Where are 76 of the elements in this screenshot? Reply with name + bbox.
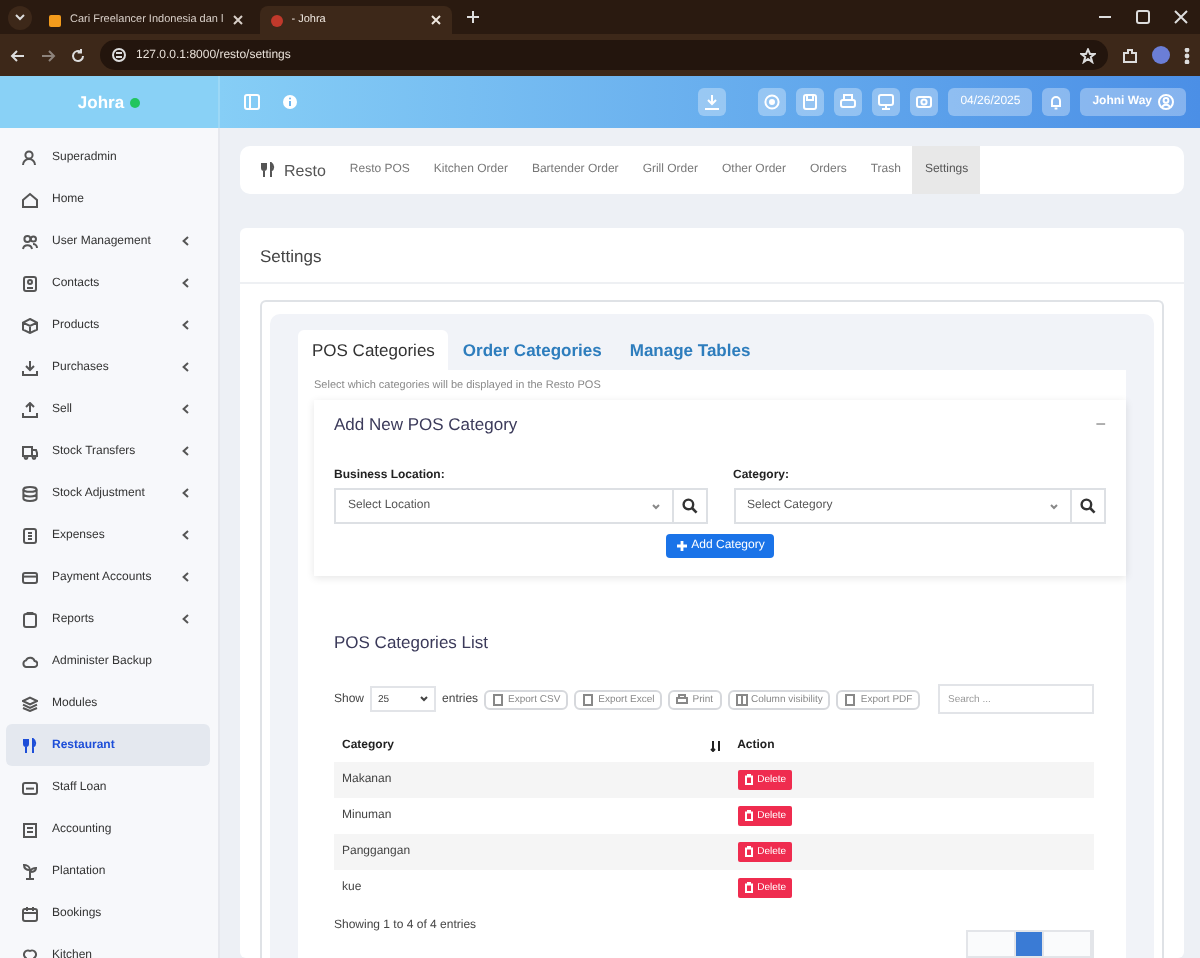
close-icon: [429, 14, 442, 26]
collapse-button[interactable]: −: [1095, 414, 1106, 434]
pagination[interactable]: [966, 930, 1094, 958]
save-button[interactable]: [796, 88, 825, 116]
brand-name: Johra: [77, 92, 125, 112]
contact-card-icon: [22, 275, 38, 291]
columns-icon: [735, 693, 748, 705]
file-icon: [582, 693, 595, 705]
database-icon: [22, 485, 38, 501]
sort-icon: [709, 740, 722, 752]
credit-card-icon: [22, 569, 38, 585]
notifications-button[interactable]: [1042, 88, 1071, 116]
save-icon: [802, 94, 819, 110]
section-title: POS Categories List: [334, 632, 491, 652]
sidebar-toggle-button[interactable]: [244, 94, 260, 110]
person-icon: [22, 149, 38, 165]
download-button[interactable]: [698, 88, 727, 116]
people-icon: [22, 233, 38, 249]
trash-icon: [743, 882, 754, 894]
receipt-icon: [22, 527, 38, 543]
file-icon: [492, 693, 505, 705]
file-icon: [844, 693, 857, 705]
trash-icon: [743, 774, 754, 786]
printer-button[interactable]: [834, 88, 863, 116]
plant-icon: [22, 863, 38, 879]
wallet-icon: [22, 779, 38, 795]
info-button[interactable]: [282, 94, 298, 110]
tab-list-button[interactable]: [8, 5, 32, 29]
maximize-icon: [1136, 10, 1150, 24]
upload-icon: [22, 401, 38, 417]
monitor-icon: [878, 94, 895, 110]
printer-icon: [840, 94, 857, 110]
extensions-icon: [1122, 47, 1138, 63]
favicon-icon: [269, 13, 284, 27]
utensils-icon: [22, 737, 38, 753]
truck-icon: [22, 443, 38, 459]
category-tab[interactable]: Manage Tables: [615, 330, 765, 370]
printer-icon: [676, 693, 689, 705]
download-icon: [704, 94, 721, 110]
layers-icon: [22, 695, 38, 711]
notifications-icon: [1048, 94, 1065, 110]
trash-icon: [743, 810, 754, 822]
site-info-icon: [112, 48, 126, 62]
reload-icon: [70, 47, 86, 63]
back-icon: [10, 47, 26, 63]
close-icon: [231, 14, 244, 26]
category-tab[interactable]: Order Categories: [448, 330, 616, 370]
plus-icon: [675, 540, 688, 552]
page-title: Settings: [260, 245, 322, 265]
favicon-icon: [48, 13, 62, 27]
camera-button[interactable]: [910, 88, 939, 116]
box-icon: [22, 317, 38, 333]
forward-icon: [40, 47, 56, 63]
minimize-icon: [1098, 10, 1112, 24]
info-icon: [282, 94, 298, 110]
plus-icon: [465, 10, 480, 24]
user-icon: [1158, 94, 1174, 110]
download-icon: [22, 359, 38, 375]
star-icon: [1080, 47, 1096, 63]
calendar-icon: [22, 905, 38, 921]
section-title: Add New POS Category: [334, 414, 518, 434]
trash-icon: [743, 846, 754, 858]
monitor-button[interactable]: [872, 88, 901, 116]
panel-icon: [244, 94, 260, 110]
house-icon: [22, 191, 38, 207]
menu-icon: [1184, 47, 1190, 63]
utensils-icon: [260, 162, 276, 178]
caret-icon: [14, 12, 26, 22]
caret-icon: [420, 696, 429, 702]
category-tab[interactable]: POS Categories: [298, 330, 449, 370]
resto-brand[interactable]: Resto: [260, 146, 326, 194]
close-icon: [1174, 10, 1188, 24]
cloud-icon: [22, 653, 38, 669]
page-button[interactable]: [1016, 932, 1044, 956]
camera-icon: [916, 94, 933, 110]
profile-avatar[interactable]: [1152, 46, 1170, 64]
